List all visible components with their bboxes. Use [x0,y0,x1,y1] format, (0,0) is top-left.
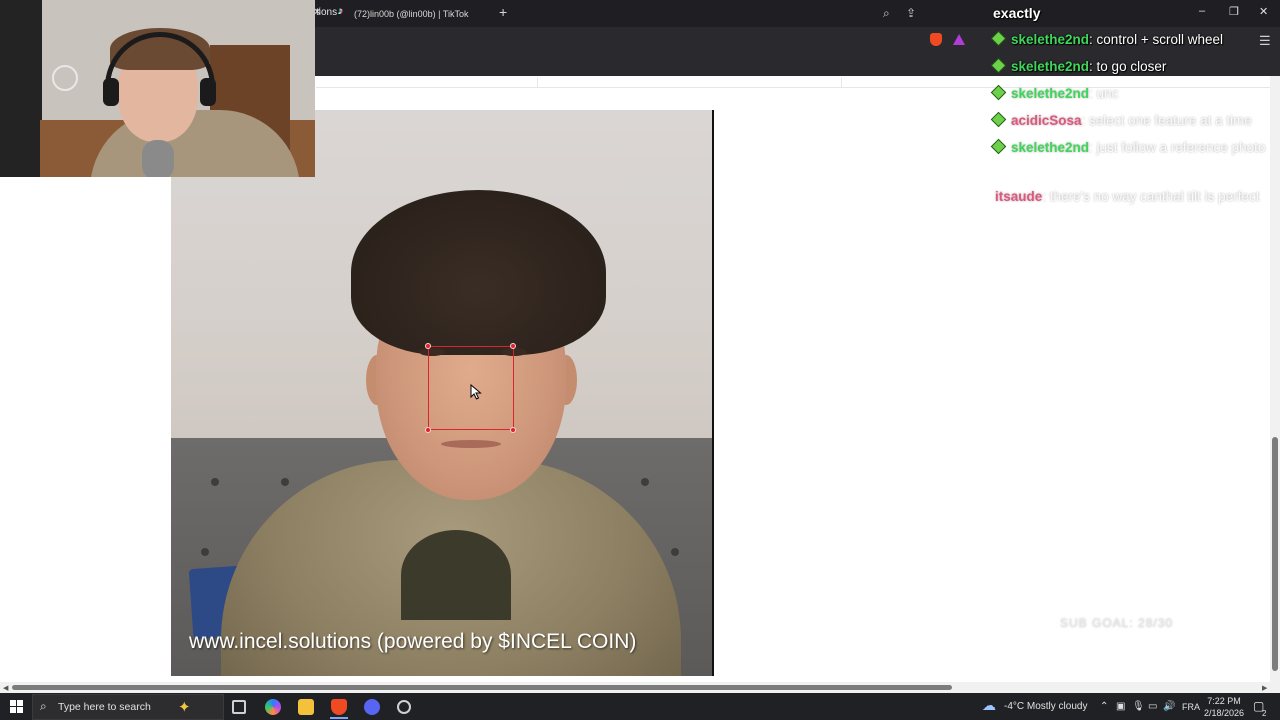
tiktok-icon [338,6,348,19]
tab-tiktok[interactable]: (72)lin00b (@lin00b) | TikTok [338,4,469,24]
headset-earcup [200,78,216,106]
headboard-tuft [671,548,679,556]
subscriber-badge-icon [992,32,1005,45]
discord-icon[interactable] [364,699,380,715]
landmark-point[interactable] [510,343,516,349]
chat-message: acidicSosa: select one feature at a time [992,109,1278,132]
subscriber-badge-icon [992,113,1005,126]
share-icon[interactable]: ⇪ [906,6,916,20]
clock-time: 7:22 PM [1207,696,1241,706]
hair [351,190,606,355]
webcam-overlay [0,0,315,177]
microphone [142,140,174,177]
search-icon: ⌕ [40,699,47,713]
network-icon[interactable]: ▭ [1148,701,1157,712]
search-placeholder[interactable]: Type here to search [58,701,151,713]
scroll-left-arrow-icon[interactable]: ◀ [3,684,8,692]
clock-date: 2/18/2026 [1203,708,1245,718]
url-text[interactable]: tions [316,7,337,18]
video-watermark: www.incel.solutions (powered by $INCEL C… [189,630,637,653]
vertical-scroll-thumb[interactable] [1272,437,1278,671]
headboard-tuft [641,478,649,486]
headboard-tuft [201,548,209,556]
subscriber-badge-icon [992,140,1005,153]
weather-text[interactable]: -4°C Mostly cloudy [1004,701,1087,712]
chat-username[interactable]: skelethe2nd [1011,86,1089,101]
screen: ✕ (72)lin00b (@lin00b) | TikTok + – ❐ ✕ … [0,0,1280,720]
mouth [441,440,501,448]
chat-text: : control + scroll wheel [1089,32,1223,47]
chat-title: exactly [993,5,1041,21]
close-window-button[interactable]: ✕ [1259,5,1268,18]
headboard-tuft [211,478,219,486]
zoom-icon[interactable]: ⌕ [883,6,890,21]
brave-rewards-icon[interactable] [953,34,965,45]
chat-text: : to go closer [1089,59,1167,74]
chat-text: : just follow a reference photo [1089,140,1266,155]
webcam-shelf [0,0,42,177]
volume-icon[interactable]: 🔊 [1163,701,1175,712]
landmark-point[interactable] [425,427,431,433]
webcam-fan [52,65,78,91]
chat-text: : there's no way canthal tilt is perfect [1042,189,1260,204]
chat-message: skelethe2nd: to go closer [992,55,1278,78]
chat-text: : unc [1089,86,1119,101]
brave-shield-icon[interactable] [930,33,942,46]
horizontal-scroll-thumb[interactable] [12,685,952,690]
chat-username[interactable]: skelethe2nd [1011,32,1089,47]
chat-username[interactable]: skelethe2nd [1011,59,1089,74]
active-app-indicator [330,717,348,719]
landmark-point[interactable] [425,343,431,349]
landmark-point[interactable] [510,427,516,433]
scroll-right-arrow-icon[interactable]: ▶ [1262,684,1267,692]
header-separator [841,78,842,87]
sub-goal: SUB GOAL: 28/30 [1060,616,1174,630]
restore-button[interactable]: ❐ [1229,5,1239,18]
file-explorer-icon[interactable] [298,699,314,715]
tray-chevron-icon[interactable]: ⌃ [1100,701,1108,712]
tray-app-icon[interactable]: ▣ [1116,701,1125,712]
chat-message: skelethe2nd: control + scroll wheel [992,28,1278,51]
chat-text: : select one feature at a time [1081,113,1252,128]
language-indicator[interactable]: FRA [1182,702,1200,712]
chat-username[interactable]: itsaude [995,189,1042,204]
subscriber-badge-icon [992,86,1005,99]
chat-message: itsaude: there's no way canthal tilt is … [992,185,1278,208]
brave-browser-icon[interactable] [331,699,347,715]
notification-count: 2 [1262,709,1267,718]
headset-earcup [103,78,119,106]
minimize-button[interactable]: – [1199,5,1205,17]
chat-message: skelethe2nd: just follow a reference pho… [992,136,1278,159]
task-view-icon[interactable] [232,700,246,714]
new-tab-button[interactable]: + [499,4,507,20]
mouse-cursor-icon [470,384,482,400]
chat-message: skelethe2nd: unc [992,82,1278,105]
windows-start-icon[interactable] [10,700,23,713]
headboard-tuft [281,478,289,486]
microphone-icon[interactable]: 🎙 [1132,701,1145,712]
copilot-icon[interactable] [265,699,281,715]
obs-icon[interactable] [397,700,411,714]
chat-username[interactable]: acidicSosa [1011,113,1082,128]
subscriber-badge-icon [992,59,1005,72]
weather-icon: ☁ [982,697,996,713]
clock[interactable]: 7:22 PM 2/18/2026 [1200,695,1248,719]
header-separator [537,78,538,87]
copilot-sparkle-icon[interactable]: ✦ [178,698,191,716]
tab-title: (72)lin00b (@lin00b) | TikTok [354,9,469,19]
tshirt-collar [401,530,511,620]
chat-username[interactable]: skelethe2nd [1011,140,1089,155]
